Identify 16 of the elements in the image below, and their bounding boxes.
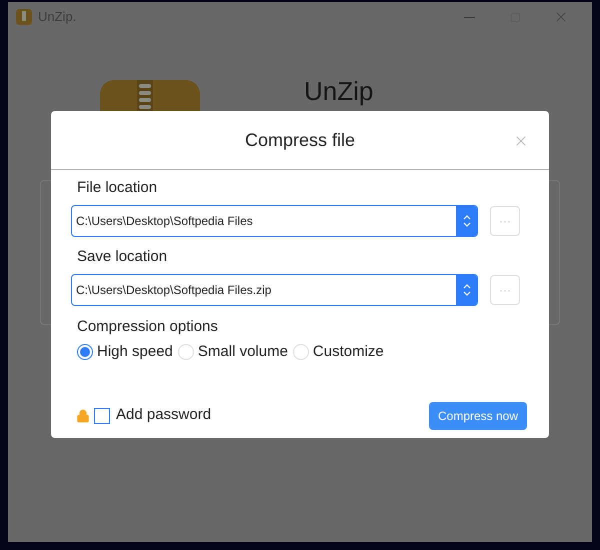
radio-option[interactable]: High speed [77, 341, 173, 364]
path-dropdown[interactable]: C:\Users\Desktop\Softpedia Files [71, 205, 478, 237]
lock-icon [76, 408, 90, 422]
path-dropdown[interactable]: C:\Users\Desktop\Softpedia Files.zip [71, 274, 478, 306]
zipper-icon [16, 9, 32, 25]
field-label: File location [77, 178, 158, 198]
options-label: Compression options [77, 317, 219, 337]
password-checkbox[interactable]: Add password [94, 404, 212, 427]
radio-option[interactable]: Customize [292, 341, 384, 364]
minimize-icon [464, 16, 474, 18]
dialog-title: Compress file [244, 128, 356, 152]
app-heading: UnZip [304, 78, 374, 104]
field-label: Save location [77, 247, 168, 267]
radio-option[interactable]: Small volume [178, 341, 288, 364]
stepper-icon [456, 275, 477, 305]
stepper-icon [456, 206, 477, 236]
